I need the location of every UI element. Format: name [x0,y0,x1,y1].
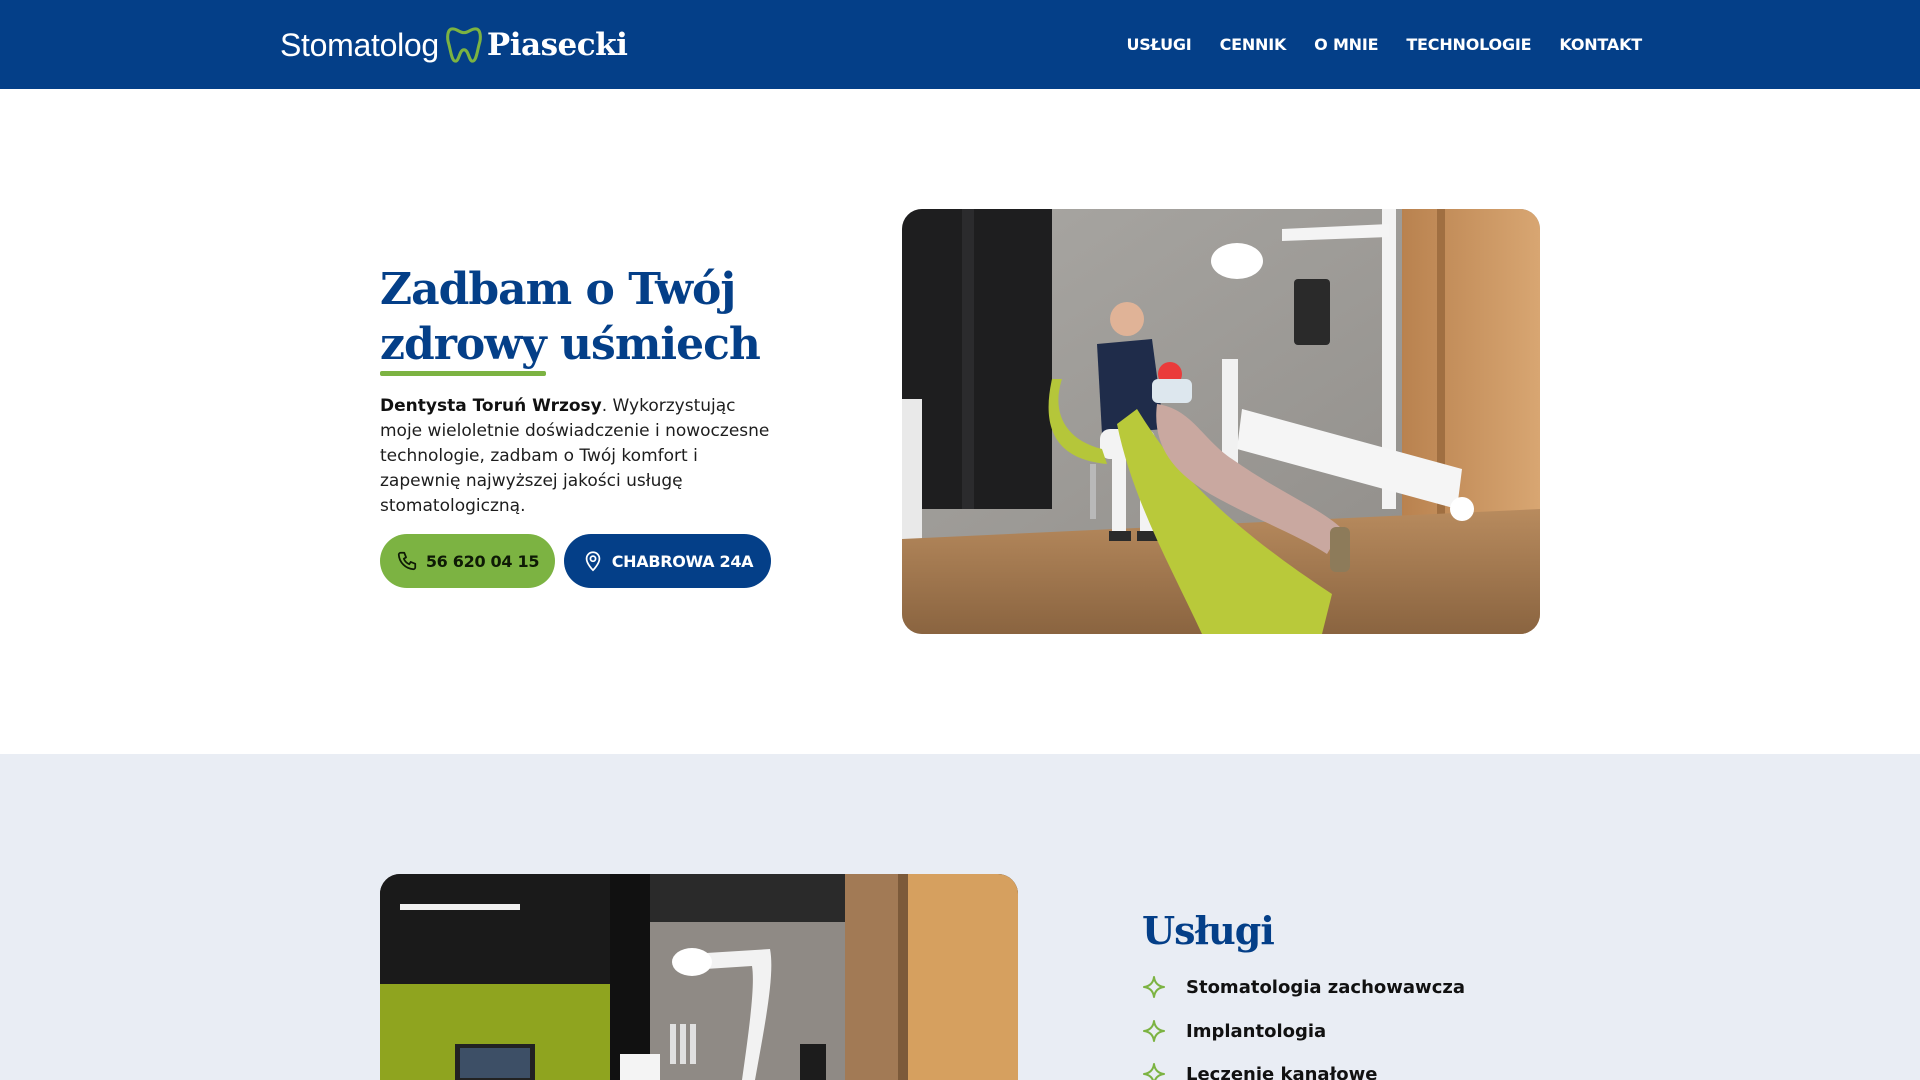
phone-icon [397,551,416,571]
nav-link-technologie[interactable]: TECHNOLOGIE [1406,35,1531,54]
site-header: Stomatolog Piasecki USŁUGI CENNIK O MNIE… [0,0,1920,89]
services-title: Usługi [1142,908,1275,953]
service-item-label: Leczenie kanałowe [1186,1063,1378,1080]
sparkle-star-icon [1143,976,1165,998]
service-item[interactable]: Implantologia [1142,1019,1326,1043]
main-nav: USŁUGI CENNIK O MNIE TECHNOLOGIE KONTAKT [1126,0,1642,89]
hero-title-line1: Zadbam o Twój [380,264,736,315]
hero-title-rest: uśmiech [545,319,761,370]
hero-description: Dentysta Toruń Wrzosy. Wykorzystując moj… [380,394,780,519]
logo-text-bold: Piasecki [486,27,628,63]
location-pin-icon [585,551,600,572]
nav-link-uslugi[interactable]: USŁUGI [1126,35,1191,54]
phone-button-label: 56 620 04 15 [425,551,540,571]
logo-text-light: Stomatolog [280,26,439,63]
service-item-label: Implantologia [1186,1020,1327,1042]
service-item[interactable]: Leczenie kanałowe [1142,1062,1377,1080]
tooth-icon [446,27,482,63]
service-item-label: Stomatologia zachowawcza [1186,976,1465,998]
nav-link-cennik[interactable]: CENNIK [1220,35,1287,54]
phone-button[interactable]: 56 620 04 15 [380,534,555,588]
address-button[interactable]: CHABROWA 24A [564,534,771,588]
hero-description-bold: Dentysta Toruń Wrzosy [380,396,602,416]
nav-link-kontakt[interactable]: KONTAKT [1559,35,1642,54]
sparkle-star-icon [1143,1020,1165,1042]
site-logo[interactable]: Stomatolog Piasecki [280,24,628,66]
sparkle-star-icon [1143,1063,1165,1080]
hero-title: Zadbam o Twój zdrowy uśmiech [380,262,800,376]
service-item[interactable]: Stomatologia zachowawcza [1142,975,1465,999]
hero-title-underlined: zdrowy [380,319,547,376]
dentist-treatment-photo [902,209,1540,634]
address-button-label: CHABROWA 24A [611,551,754,571]
nav-link-o-mnie[interactable]: O MNIE [1314,35,1378,54]
dental-office-photo [380,874,1018,1080]
